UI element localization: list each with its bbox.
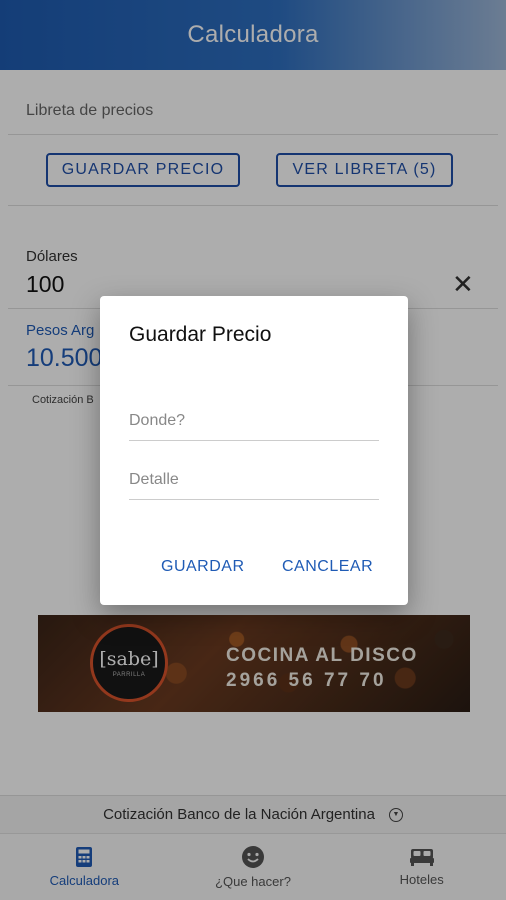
- dialog-title: Guardar Precio: [129, 323, 272, 346]
- dialog-save-button[interactable]: GUARDAR: [161, 558, 245, 576]
- where-input[interactable]: [129, 401, 379, 441]
- save-price-dialog: Guardar Precio GUARDAR CANCLEAR: [100, 296, 408, 605]
- detail-input[interactable]: [129, 460, 379, 500]
- dialog-cancel-button[interactable]: CANCLEAR: [282, 558, 373, 576]
